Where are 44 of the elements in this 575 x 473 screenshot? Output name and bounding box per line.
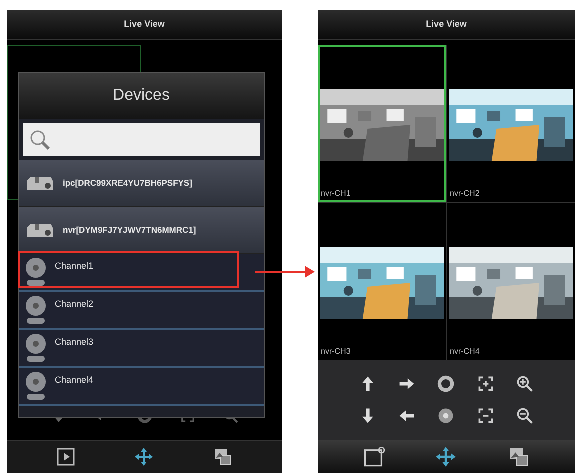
channel-label: nvr-CH1: [320, 188, 352, 200]
video-cell[interactable]: nvr-CH1: [318, 45, 446, 202]
device-item[interactable]: nvr[DYM9FJ7YJWV7TN6MMRC1]: [19, 207, 264, 254]
channel-label: nvr-CH3: [320, 346, 352, 358]
device-item[interactable]: ipc[DRC99XRE4YU7BH6PSFYS]: [19, 160, 264, 207]
channel-item[interactable]: Channel1: [19, 254, 264, 292]
move-icon[interactable]: [134, 447, 154, 467]
item-label: Channel3: [55, 336, 94, 349]
video-cell[interactable]: nvr-CH4: [447, 203, 575, 360]
channel-item[interactable]: Channel3: [19, 330, 264, 368]
channel-item[interactable]: Channel2: [19, 292, 264, 330]
recorder-icon: [25, 175, 55, 191]
arrow: [255, 266, 315, 278]
channel-label: nvr-CH4: [449, 346, 481, 358]
webcam-icon: [25, 257, 47, 287]
search-icon: [29, 128, 51, 150]
ring-icon[interactable]: [437, 375, 456, 393]
recorder-icon: [25, 222, 55, 238]
video-cell[interactable]: nvr-CH2: [447, 45, 575, 202]
video-cell[interactable]: nvr-CH3: [318, 203, 446, 360]
pictures-icon[interactable]: [212, 447, 233, 467]
zoom-in-icon[interactable]: [516, 375, 534, 393]
search-field[interactable]: [23, 123, 260, 156]
item-label: Channel2: [55, 298, 94, 311]
channel-label: nvr-CH2: [449, 188, 481, 200]
item-label: ipc[DRC99XRE4YU7BH6PSFYS]: [63, 176, 192, 190]
screen-title: Live View: [124, 18, 165, 31]
play-icon[interactable]: [56, 447, 76, 467]
frame-plus-icon[interactable]: [476, 375, 495, 393]
webcam-icon: [25, 295, 47, 325]
frame-minus-icon[interactable]: [476, 407, 495, 425]
screen-title: Live View: [426, 18, 467, 31]
webcam-icon: [25, 371, 47, 401]
dialog-title: Devices: [113, 86, 170, 106]
iris-icon[interactable]: [437, 407, 456, 425]
item-label: Channel4: [55, 374, 94, 387]
window-icon[interactable]: [363, 446, 386, 468]
webcam-icon: [25, 333, 47, 363]
item-label: Channel1: [55, 260, 94, 273]
pictures-icon[interactable]: [508, 446, 530, 468]
zoom-out-icon[interactable]: [516, 407, 534, 425]
channel-item[interactable]: Channel4: [19, 368, 264, 406]
item-label: nvr[DYM9FJ7YJWV7TN6MMRC1]: [63, 224, 196, 236]
move-icon[interactable]: [435, 446, 458, 468]
